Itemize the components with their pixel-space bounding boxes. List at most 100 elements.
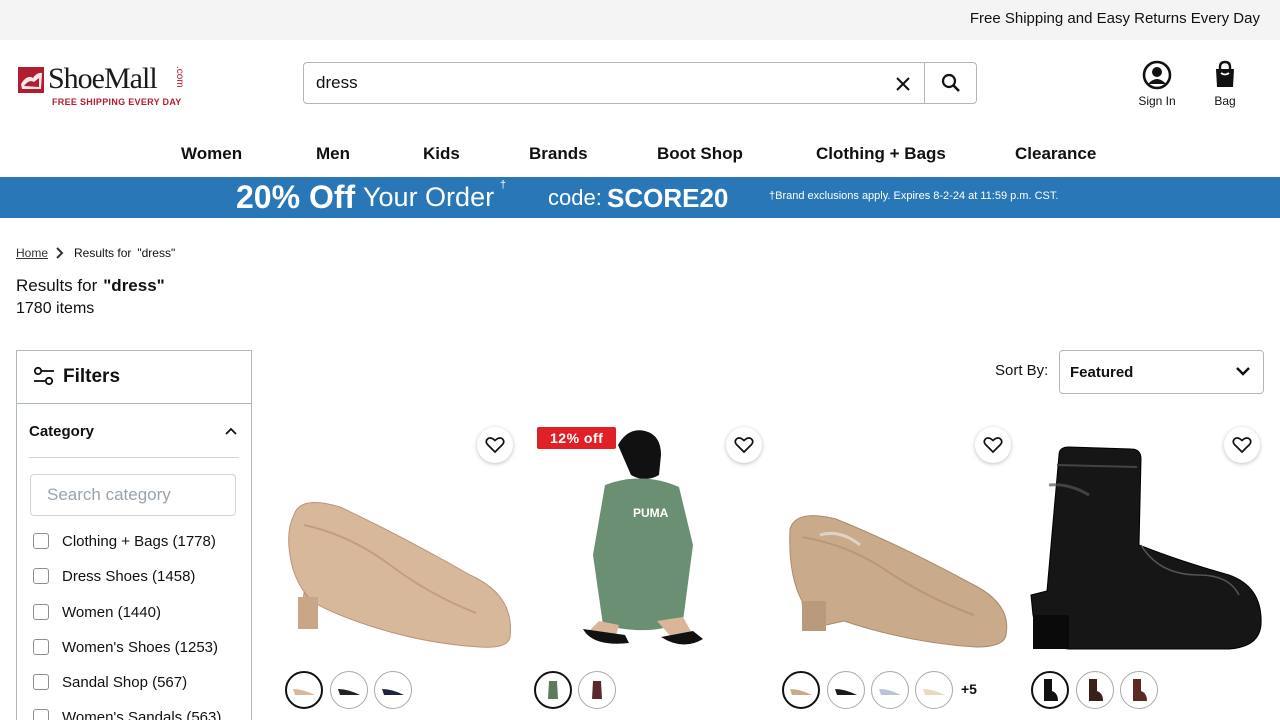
checkbox[interactable] bbox=[33, 533, 49, 549]
promo-fine-print: †Brand exclusions apply. Expires 8-2-24 … bbox=[769, 190, 1059, 202]
filter-option-count: (1458) bbox=[152, 567, 196, 585]
color-swatch[interactable] bbox=[871, 671, 909, 709]
sort-value: Featured bbox=[1070, 364, 1134, 381]
logo-tagline: FREE SHIPPING EVERY DAY bbox=[52, 97, 182, 107]
discount-badge: 12% off bbox=[537, 427, 617, 449]
nav-item-boot-shop[interactable]: Boot Shop bbox=[657, 144, 743, 164]
results-query: "dress" bbox=[103, 276, 165, 295]
product-card[interactable] bbox=[280, 425, 516, 720]
filter-option-label: Women's Shoes bbox=[62, 638, 171, 656]
color-swatch[interactable] bbox=[1120, 671, 1158, 709]
svg-text:PUMA: PUMA bbox=[633, 506, 669, 520]
filter-option-label: Women's Sandals bbox=[62, 708, 183, 720]
filter-sliders-icon bbox=[33, 366, 54, 386]
promo-code: SCORE20 bbox=[607, 183, 729, 213]
nav-item-women[interactable]: Women bbox=[181, 144, 242, 164]
product-image[interactable] bbox=[1029, 425, 1265, 657]
color-swatch[interactable] bbox=[1076, 671, 1114, 709]
nav-item-brands[interactable]: Brands bbox=[529, 144, 588, 164]
logo-suffix: .com bbox=[174, 66, 185, 88]
filter-option-label: Dress Shoes bbox=[62, 567, 148, 585]
color-swatch[interactable] bbox=[1031, 671, 1069, 709]
sign-in-label: Sign In bbox=[1138, 94, 1176, 108]
checkbox[interactable] bbox=[33, 639, 49, 655]
filter-option-count: (567) bbox=[152, 673, 188, 691]
filter-option-womens-sandals[interactable]: Women's Sandals (563) bbox=[33, 706, 221, 720]
color-swatch[interactable] bbox=[330, 671, 368, 709]
filters-panel: Filters Category Clothing + Bags (1778) … bbox=[16, 350, 252, 720]
promo-code-label: code: bbox=[548, 185, 602, 210]
sort-label: Sort By: bbox=[995, 362, 1049, 379]
more-colors-count[interactable]: +5 bbox=[961, 681, 977, 697]
heart-icon bbox=[983, 437, 1003, 454]
checkbox[interactable] bbox=[33, 568, 49, 584]
search-bar bbox=[303, 62, 977, 104]
page-title: Results for "dress" bbox=[16, 276, 165, 296]
shipping-banner: Free Shipping and Easy Returns Every Day bbox=[0, 0, 1280, 40]
filter-option-dress-shoes[interactable]: Dress Shoes (1458) bbox=[33, 565, 195, 587]
nav-item-kids[interactable]: Kids bbox=[423, 144, 460, 164]
filter-option-clothing-bags[interactable]: Clothing + Bags (1778) bbox=[33, 530, 216, 552]
category-section-title[interactable]: Category bbox=[29, 423, 94, 440]
checkbox[interactable] bbox=[33, 674, 49, 690]
product-image[interactable] bbox=[780, 425, 1016, 657]
favorite-button[interactable] bbox=[1224, 427, 1260, 463]
nav-item-clothing-bags[interactable]: Clothing + Bags bbox=[816, 144, 946, 164]
filters-title: Filters bbox=[63, 366, 121, 387]
breadcrumb-home-link[interactable]: Home bbox=[16, 246, 48, 260]
heart-icon bbox=[734, 437, 754, 454]
category-search-input[interactable] bbox=[47, 485, 227, 505]
checkbox[interactable] bbox=[33, 709, 49, 720]
promo-headline-rest: Your Order bbox=[363, 182, 495, 212]
chevron-down-icon bbox=[1236, 367, 1250, 376]
favorite-button[interactable] bbox=[726, 427, 762, 463]
user-circle-icon bbox=[1142, 60, 1172, 90]
sign-in-button[interactable]: Sign In bbox=[1127, 60, 1187, 108]
search-submit-button[interactable] bbox=[924, 62, 976, 104]
search-icon bbox=[941, 73, 960, 92]
heart-icon bbox=[485, 437, 505, 454]
nav-item-clearance[interactable]: Clearance bbox=[1015, 144, 1096, 164]
color-swatch[interactable] bbox=[374, 671, 412, 709]
filter-option-women[interactable]: Women (1440) bbox=[33, 601, 161, 623]
results-prefix: Results for bbox=[16, 276, 98, 295]
category-divider bbox=[29, 457, 239, 458]
promo-headline: 20% Off bbox=[236, 179, 356, 215]
color-swatch[interactable] bbox=[285, 671, 323, 709]
shopping-bag-icon bbox=[1216, 60, 1234, 87]
shipping-banner-text: Free Shipping and Easy Returns Every Day bbox=[969, 10, 1260, 27]
product-image[interactable] bbox=[280, 425, 516, 657]
filter-option-label: Clothing + Bags bbox=[62, 532, 169, 550]
filter-option-label: Women bbox=[62, 603, 114, 621]
filter-option-sandal-shop[interactable]: Sandal Shop (567) bbox=[33, 671, 187, 693]
bag-button[interactable]: Bag bbox=[1195, 60, 1255, 108]
logo-wordmark: ShoeMall bbox=[48, 62, 158, 95]
main-nav: Women Men Kids Brands Boot Shop Clothing… bbox=[0, 140, 1280, 170]
checkbox[interactable] bbox=[33, 604, 49, 620]
clear-search-button[interactable] bbox=[888, 71, 918, 97]
product-card[interactable]: PUMA 12% off bbox=[533, 425, 769, 720]
search-input[interactable] bbox=[316, 72, 876, 94]
chevron-right-icon bbox=[56, 247, 64, 259]
filter-option-count: (563) bbox=[186, 708, 222, 720]
filter-option-womens-shoes[interactable]: Women's Shoes (1253) bbox=[33, 636, 218, 658]
promo-banner[interactable]: 20% Off Your Order † code: SCORE20 †Bran… bbox=[0, 177, 1280, 218]
color-swatch[interactable] bbox=[782, 671, 820, 709]
breadcrumb: Home Results for "dress" bbox=[16, 246, 175, 260]
results-count: 1780 items bbox=[16, 300, 95, 317]
category-search bbox=[30, 474, 236, 516]
nav-item-men[interactable]: Men bbox=[316, 144, 350, 164]
product-card[interactable]: +5 bbox=[780, 425, 1016, 720]
color-swatch[interactable] bbox=[915, 671, 953, 709]
breadcrumb-current-prefix: Results for bbox=[74, 246, 132, 260]
color-swatch[interactable] bbox=[578, 671, 616, 709]
sort-select[interactable]: Featured bbox=[1059, 350, 1264, 394]
product-card[interactable] bbox=[1029, 425, 1265, 720]
bag-label: Bag bbox=[1214, 94, 1236, 108]
favorite-button[interactable] bbox=[975, 427, 1011, 463]
chevron-up-icon[interactable] bbox=[225, 427, 237, 435]
shoemall-logo[interactable]: ShoeMall .com FREE SHIPPING EVERY DAY bbox=[17, 62, 187, 110]
color-swatch[interactable] bbox=[534, 671, 572, 709]
favorite-button[interactable] bbox=[477, 427, 513, 463]
color-swatch[interactable] bbox=[827, 671, 865, 709]
